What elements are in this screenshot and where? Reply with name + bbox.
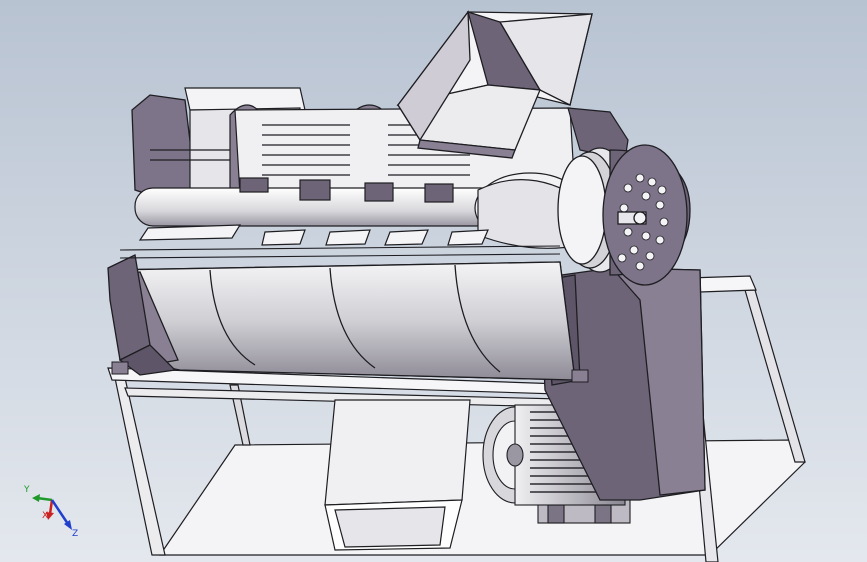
z-axis-arrow	[50, 499, 70, 525]
orientation-triad[interactable]: Y X Z	[12, 480, 82, 550]
machine-3d-model[interactable]	[0, 0, 867, 562]
y-axis-label: Y	[23, 485, 30, 495]
x-axis-arrow	[48, 499, 54, 515]
pulley-assembly	[557, 144, 691, 286]
y-axis-arrowhead	[32, 494, 40, 502]
z-axis-label: Z	[72, 529, 78, 539]
discharge-chute	[324, 399, 471, 551]
screen-drum-lower	[108, 261, 576, 381]
cad-graphics-viewport[interactable]: Y X Z	[0, 0, 867, 562]
x-axis-label: X	[42, 511, 48, 521]
